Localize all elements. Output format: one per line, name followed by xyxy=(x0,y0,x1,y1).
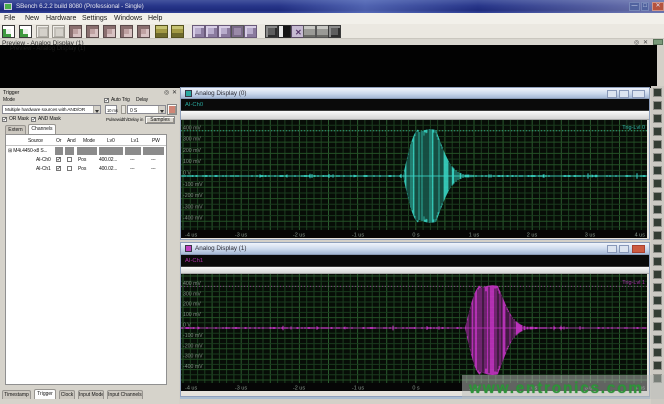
svg-text:100 mV: 100 mV xyxy=(183,312,201,318)
svg-text:-4 us: -4 us xyxy=(185,386,197,392)
svg-text:-100 mV: -100 mV xyxy=(183,182,203,188)
svg-text:0 s: 0 s xyxy=(412,386,420,392)
svg-text:-300 mV: -300 mV xyxy=(183,204,203,210)
svg-text:-2 us: -2 us xyxy=(293,233,305,239)
svg-text:-200 mV: -200 mV xyxy=(183,193,203,199)
svg-text:100 mV: 100 mV xyxy=(183,159,201,165)
svg-text:-2 us: -2 us xyxy=(293,386,305,392)
svg-text:4 us: 4 us xyxy=(635,233,646,239)
svg-text:Trig-Lvl 0: Trig-Lvl 0 xyxy=(622,125,645,131)
svg-text:-1 us: -1 us xyxy=(352,386,364,392)
svg-text:200 mV: 200 mV xyxy=(183,302,201,308)
svg-text:1 us: 1 us xyxy=(469,233,480,239)
svg-text:-300 mV: -300 mV xyxy=(183,354,203,360)
svg-text:-400 mV: -400 mV xyxy=(183,364,203,370)
svg-text:200 mV: 200 mV xyxy=(183,148,201,154)
svg-text:-100 mV: -100 mV xyxy=(183,333,203,339)
svg-text:-1 us: -1 us xyxy=(352,233,364,239)
svg-text:300 mV: 300 mV xyxy=(183,137,201,143)
svg-text:2 us: 2 us xyxy=(527,233,538,239)
svg-text:0 V: 0 V xyxy=(183,323,191,329)
svg-text:-4 us: -4 us xyxy=(185,233,197,239)
svg-text:-200 mV: -200 mV xyxy=(183,343,203,349)
svg-text:400 mV: 400 mV xyxy=(183,281,201,287)
svg-text:Trig-Lvl 1: Trig-Lvl 1 xyxy=(622,280,645,286)
svg-text:3 us: 3 us xyxy=(585,233,596,239)
svg-text:0 V: 0 V xyxy=(183,171,191,177)
svg-text:-400 mV: -400 mV xyxy=(183,216,203,222)
svg-text:-3 us: -3 us xyxy=(235,386,247,392)
svg-text:-3 us: -3 us xyxy=(235,233,247,239)
svg-text:300 mV: 300 mV xyxy=(183,291,201,297)
svg-text:0 s: 0 s xyxy=(412,233,420,239)
svg-text:400 mV: 400 mV xyxy=(183,125,201,131)
